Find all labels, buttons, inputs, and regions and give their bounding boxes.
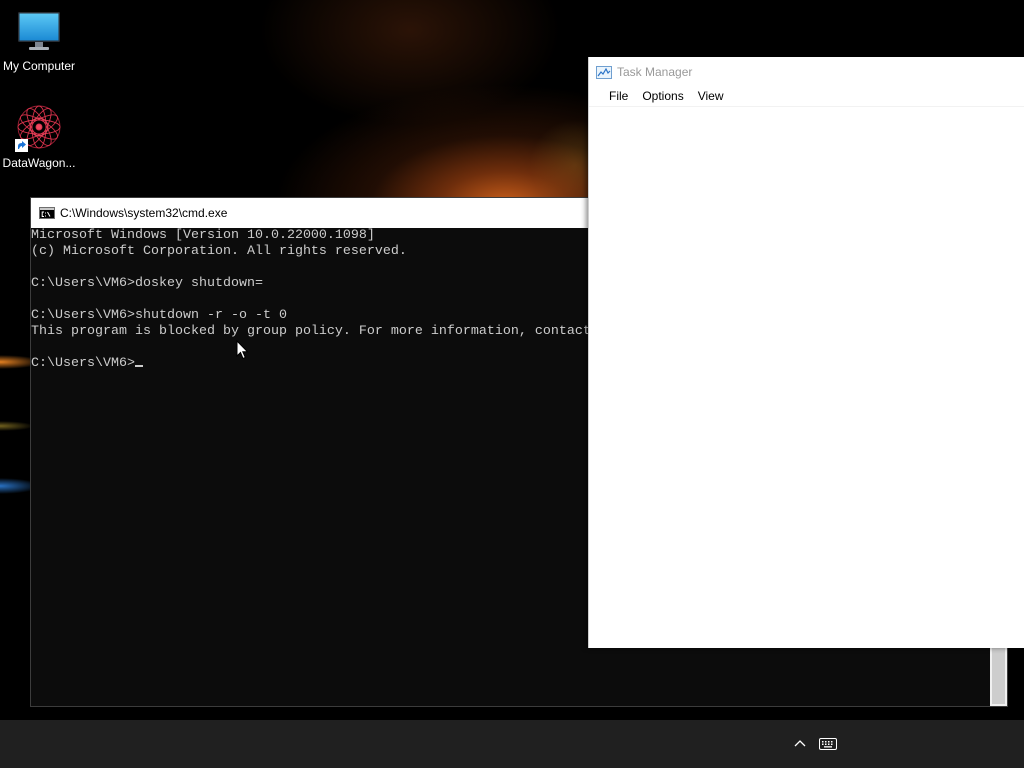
prompt-text: C:\Users\VM6>	[31, 356, 135, 371]
task-manager-title-bar[interactable]: Task Manager	[589, 57, 1024, 87]
window-title: Task Manager	[617, 65, 693, 79]
desktop-icon-my-computer[interactable]: My Computer	[0, 8, 78, 73]
desktop-icon-label: My Computer	[2, 59, 76, 73]
shortcut-arrow-icon	[15, 139, 28, 152]
monitor-icon	[0, 8, 78, 54]
text-cursor	[134, 365, 143, 367]
mouse-pointer-icon	[236, 340, 249, 360]
menu-file[interactable]: File	[602, 87, 635, 106]
chevron-up-icon[interactable]	[792, 735, 808, 751]
console-icon	[39, 207, 55, 219]
menu-view[interactable]: View	[691, 87, 731, 106]
task-manager-content	[589, 107, 1024, 648]
window-title: C:\Windows\system32\cmd.exe	[60, 206, 228, 220]
task-manager-window[interactable]: Task Manager File Options View	[588, 57, 1024, 648]
desktop: My Computer DataWagon... C:\Windows\syst…	[0, 0, 1024, 768]
keyboard-icon[interactable]	[819, 738, 837, 750]
datawagon-app-icon	[0, 104, 78, 152]
taskbar	[0, 720, 1024, 768]
menu-bar: File Options View	[589, 87, 1024, 107]
desktop-icon-label: DataWagon...	[2, 156, 76, 170]
task-manager-icon	[596, 65, 612, 79]
desktop-icon-datawagon[interactable]: DataWagon...	[0, 104, 78, 170]
menu-options[interactable]: Options	[635, 87, 690, 106]
